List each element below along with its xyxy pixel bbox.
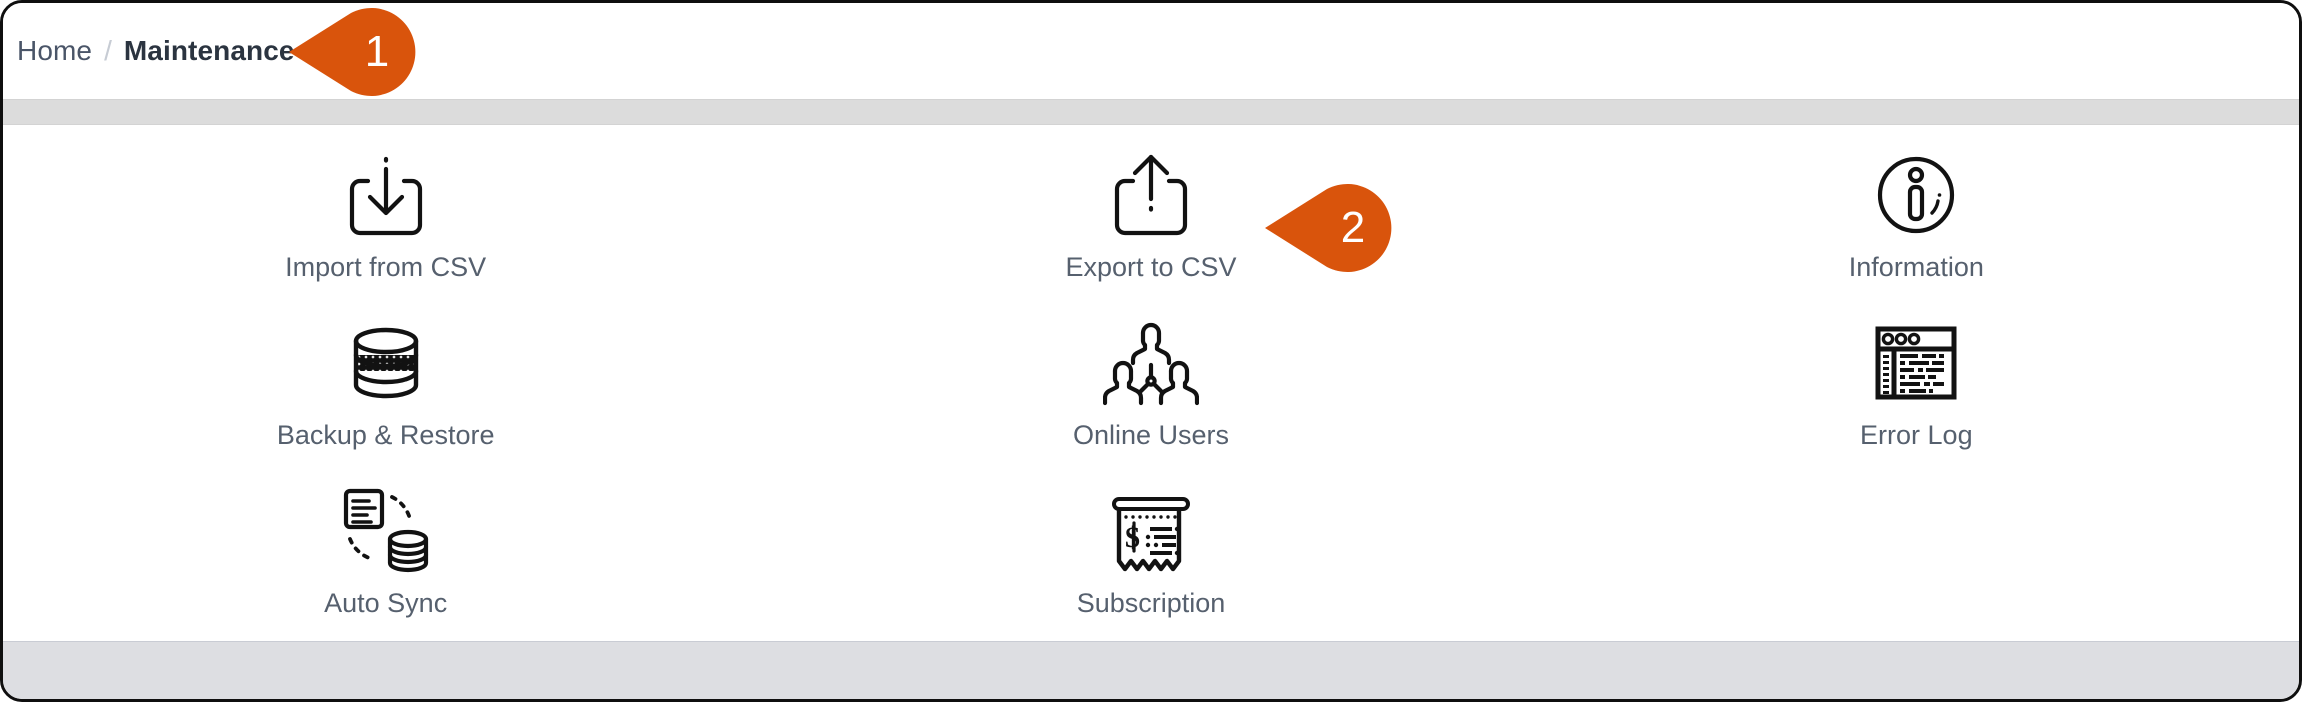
tile-label: Import from CSV xyxy=(285,253,486,283)
breadcrumb-bar: Home / Maintenance xyxy=(3,3,2299,99)
export-upload-box-icon xyxy=(1103,143,1199,247)
tile-subscription[interactable]: $ Subscription xyxy=(768,479,1533,647)
tile-backup-and-restore[interactable]: Backup & Restore xyxy=(3,311,768,479)
tile-information[interactable]: Information xyxy=(1534,143,2299,311)
tile-label: Online Users xyxy=(1073,421,1229,451)
tile-label: Auto Sync xyxy=(324,589,447,619)
tile-placeholder-empty xyxy=(1534,479,2299,647)
breadcrumb-item-maintenance[interactable]: Maintenance xyxy=(124,37,295,65)
maintenance-content: Import from CSV Export to CSV xyxy=(3,125,2299,641)
tile-auto-sync[interactable]: Auto Sync xyxy=(3,479,768,647)
online-users-network-icon xyxy=(1103,311,1199,415)
tile-label: Subscription xyxy=(1077,589,1226,619)
tile-label: Information xyxy=(1849,253,1984,283)
terminal-console-icon xyxy=(1868,311,1964,415)
breadcrumb-separator: / xyxy=(104,37,112,65)
tile-error-log[interactable]: Error Log xyxy=(1534,311,2299,479)
auto-sync-document-database-icon xyxy=(338,479,434,583)
section-divider xyxy=(3,99,2299,125)
application-window: Home / Maintenance Import from CSV xyxy=(0,0,2302,702)
maintenance-tile-grid: Import from CSV Export to CSV xyxy=(3,143,2299,647)
tile-online-users[interactable]: Online Users xyxy=(768,311,1533,479)
breadcrumb-item-home[interactable]: Home xyxy=(17,37,92,65)
breadcrumb: Home / Maintenance xyxy=(17,37,295,65)
tile-import-from-csv[interactable]: Import from CSV xyxy=(3,143,768,311)
tile-label: Export to CSV xyxy=(1065,253,1236,283)
database-backup-icon xyxy=(338,311,434,415)
receipt-dollar-icon: $ xyxy=(1103,479,1199,583)
tile-label: Backup & Restore xyxy=(277,421,495,451)
info-circle-icon xyxy=(1868,143,1964,247)
footer-bar xyxy=(3,641,2299,699)
tile-export-to-csv[interactable]: Export to CSV xyxy=(768,143,1533,311)
tile-label: Error Log xyxy=(1860,421,1973,451)
import-download-box-icon xyxy=(338,143,434,247)
